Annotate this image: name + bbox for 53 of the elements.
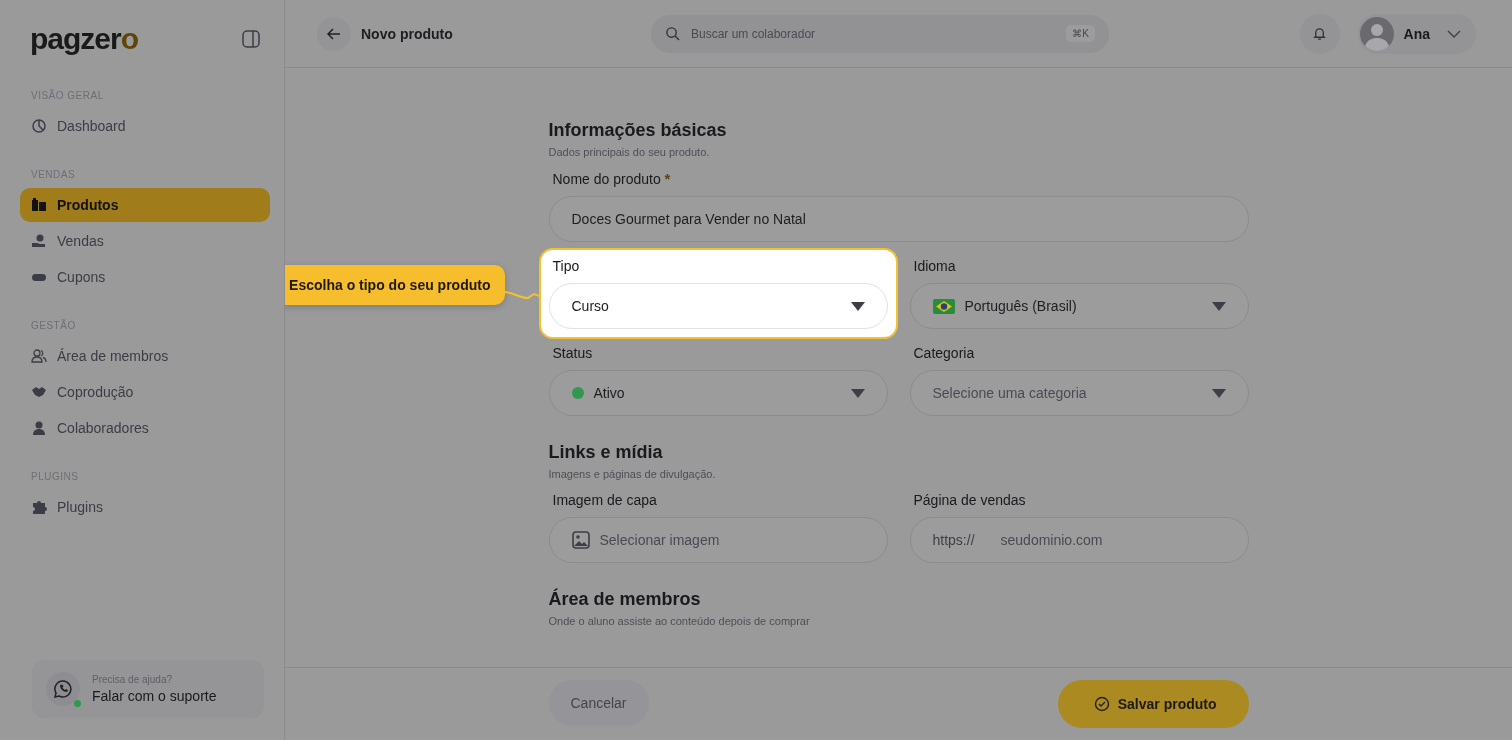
section-subtitle: Dados principais do seu produto. [548, 146, 711, 158]
nav-item[interactable]: Coprodução [20, 375, 270, 409]
search-icon [665, 26, 680, 41]
field-label: Página de vendas [913, 492, 1027, 508]
cancel-button[interactable]: Cancelar [548, 680, 649, 726]
check-circle-icon [1093, 696, 1110, 712]
image-upload-field[interactable]: Selecionar imagem [548, 517, 888, 563]
users-icon [31, 348, 47, 364]
caret-icon [1211, 388, 1226, 398]
caret-icon [1211, 301, 1226, 311]
sidebar-toggle-icon[interactable] [242, 30, 260, 48]
tooltip: Escolha o tipo do seu produto [285, 265, 505, 305]
nav-item[interactable]: Plugins [20, 490, 270, 524]
nav-item[interactable]: Produtos [20, 188, 270, 222]
box-icon [31, 197, 47, 213]
url-field[interactable]: https:// seudominio.com [909, 517, 1249, 563]
save-button[interactable]: Salvar produto [1057, 680, 1249, 728]
product-name-field[interactable]: Doces Gourmet para Vender no Natal [548, 196, 1249, 242]
field-label: Status [552, 345, 594, 361]
nav-item[interactable]: Cupons [20, 260, 270, 294]
caret-icon [850, 388, 865, 398]
field-label: Idioma [913, 258, 957, 274]
arrow-left-icon [326, 25, 342, 42]
field-label: Imagem de capa [552, 492, 658, 508]
field-label: Categoria [913, 345, 976, 361]
image-icon [571, 531, 590, 549]
select-field[interactable]: Selecione uma categoria [909, 370, 1249, 416]
field-label: Nome do produto * [552, 170, 672, 187]
status-select[interactable]: Ativo [548, 370, 888, 416]
nav-item[interactable]: Vendas [20, 224, 270, 258]
logo: pagzero [30, 22, 139, 56]
section-subtitle: Onde o aluno assiste ao conteúdo depois de comprar [548, 615, 811, 627]
flag-icon [932, 298, 955, 314]
support-link[interactable]: Falar com o suporte [92, 688, 217, 704]
section-title: Links e mídia [548, 442, 664, 463]
field-label: Tipo [552, 258, 581, 274]
nav-item[interactable]: Colaboradores [20, 411, 270, 445]
puzzle-icon [31, 499, 47, 515]
back-button[interactable] [317, 16, 351, 51]
bell-icon [1312, 26, 1328, 41]
caret-icon [850, 301, 865, 311]
section-subtitle: Imagens e páginas de divulgação. [548, 468, 717, 480]
page-title: Novo produto [361, 25, 454, 42]
avatar-icon [1359, 16, 1394, 51]
nav-item[interactable]: Área de membros [20, 339, 270, 373]
nav-item[interactable]: Dashboard [20, 109, 270, 143]
user-icon [31, 420, 47, 436]
section-title: Informações básicas [548, 120, 728, 141]
section-title: Área de membros [548, 589, 702, 610]
user-menu[interactable]: Ana [1357, 13, 1476, 54]
language-select[interactable]: Português (Brasil) [909, 283, 1249, 329]
chart-icon [31, 118, 47, 134]
select-field[interactable]: Curso [548, 283, 888, 329]
